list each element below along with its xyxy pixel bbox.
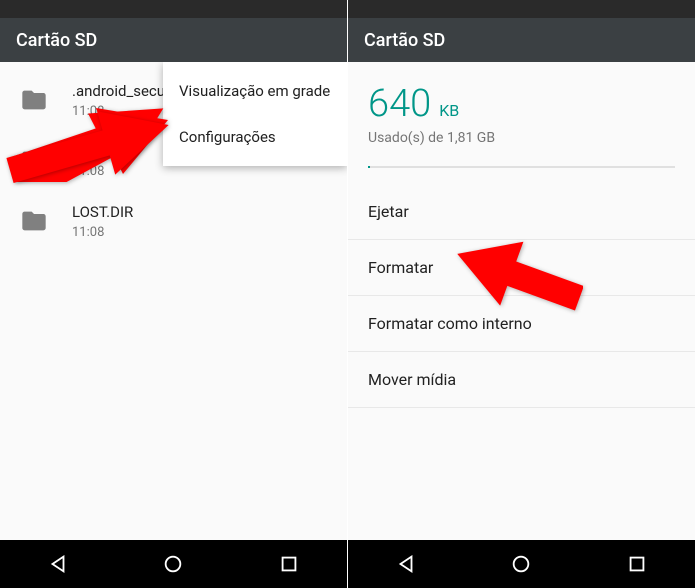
nav-home-button[interactable] — [149, 540, 197, 588]
file-row[interactable]: LOST.DIR 11:08 — [0, 191, 347, 252]
storage-used-text: Usado(s) de 1,81 GB — [368, 130, 675, 146]
nav-back-button[interactable] — [382, 540, 430, 588]
app-title: Cartão SD — [16, 30, 97, 51]
left-screen: Cartão SD .android_secure 11:08 Android … — [0, 0, 347, 588]
file-name: LOST.DIR — [72, 203, 133, 223]
annotation-arrow — [453, 232, 583, 326]
app-bar: Cartão SD — [0, 18, 347, 62]
right-screen: Cartão SD 640 KB Usado(s) de 1,81 GB Eje… — [348, 0, 695, 588]
storage-unit: KB — [439, 101, 459, 120]
folder-icon — [16, 203, 52, 239]
storage-progress-bar — [368, 166, 675, 168]
app-title: Cartão SD — [364, 30, 445, 51]
nav-back-button[interactable] — [34, 540, 82, 588]
menu-item-settings[interactable]: Configurações — [163, 114, 347, 160]
storage-amount: 640 KB — [368, 82, 675, 126]
nav-recent-button[interactable] — [613, 540, 661, 588]
storage-progress-fill — [368, 166, 370, 168]
overflow-menu: Visualização em grade Configurações — [163, 62, 347, 166]
status-bar — [0, 0, 347, 18]
nav-home-button[interactable] — [497, 540, 545, 588]
content-area: .android_secure 11:08 Android 11:08 LO — [0, 62, 347, 540]
storage-summary: 640 KB Usado(s) de 1,81 GB — [348, 62, 695, 184]
status-bar — [348, 0, 695, 18]
option-move-media[interactable]: Mover mídia — [348, 352, 695, 408]
nav-bar — [348, 540, 695, 588]
file-time: 11:08 — [72, 225, 133, 240]
nav-bar — [0, 540, 347, 588]
menu-item-grid-view[interactable]: Visualização em grade — [163, 68, 347, 114]
app-bar: Cartão SD — [348, 18, 695, 62]
nav-recent-button[interactable] — [265, 540, 313, 588]
file-info: LOST.DIR 11:08 — [72, 203, 133, 240]
storage-value: 640 — [368, 82, 431, 126]
annotation-arrow — [6, 100, 171, 194]
content-area: 640 KB Usado(s) de 1,81 GB Ejetar Format… — [348, 62, 695, 540]
